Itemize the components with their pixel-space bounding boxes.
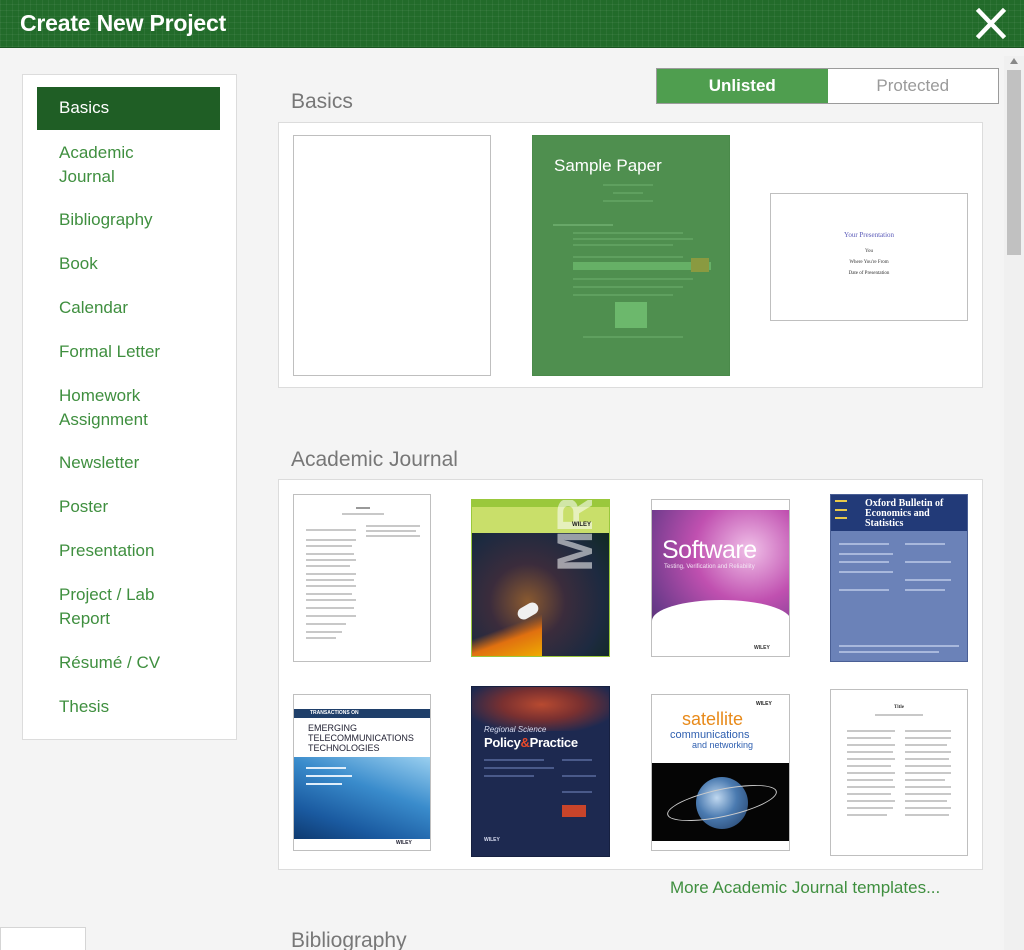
basics-templates-panel: Sample Paper Your Presentation You Where… [278,122,983,388]
template-software[interactable]: Software Testing, Verification and Relia… [651,499,790,657]
sidebar-item-thesis[interactable]: Thesis [37,695,220,719]
unlisted-option[interactable]: Unlisted [657,69,828,103]
section-heading-academic-journal: Academic Journal [291,448,458,471]
dialog-title: Create New Project [20,10,227,36]
sidebar-item-poster[interactable]: Poster [37,495,220,519]
sidebar-item-resume-cv[interactable]: Résumé / CV [37,651,220,675]
sidebar-item-presentation[interactable]: Presentation [37,539,220,563]
oxford-title: Oxford Bulletin of Economics and Statist… [865,498,944,529]
satellite-title: satellite [682,709,744,729]
mrc-title: MRC [547,499,603,572]
software-title: Software [662,536,757,564]
template-oxford-bulletin[interactable]: Oxford Bulletin of Economics and Statist… [830,494,968,662]
template-sample-paper[interactable]: Sample Paper [532,135,730,376]
close-icon[interactable] [974,7,1008,40]
more-academic-journal-templates-link[interactable]: More Academic Journal templates... [670,878,940,898]
regional-title: Policy&Practice [484,735,578,750]
scrollbar[interactable] [1004,56,1024,950]
template-satellite[interactable]: WILEY satellite communications and netwo… [651,694,790,851]
ett-title: EMERGING TELECOMMUNICATIONS TECHNOLOGIES [308,723,414,753]
dialog-titlebar: Create New Project [0,0,1024,48]
template-presentation[interactable]: Your Presentation You Where You're From … [770,193,968,321]
scroll-up-icon[interactable] [1010,58,1018,64]
visibility-toggle: Unlisted Protected [656,68,999,104]
academic-journal-templates-panel: MRC WILEY Software Testing, Verification… [278,479,983,870]
template-blank[interactable] [293,135,491,376]
sidebar-item-homework-assignment[interactable]: Homework Assignment [37,384,187,432]
sidebar-item-bibliography[interactable]: Bibliography [37,208,220,232]
section-heading-basics: Basics [291,90,353,113]
sidebar-item-book[interactable]: Book [37,252,220,276]
template-ett[interactable]: TRANSACTIONS ON EMERGING TELECOMMUNICATI… [293,694,431,851]
sidebar-item-basics[interactable]: Basics [37,87,220,130]
sidebar-item-project-lab-report[interactable]: Project / Lab Report [37,583,177,631]
template-journal-article[interactable] [293,494,431,662]
section-heading-bibliography: Bibliography [291,929,407,950]
sidebar-item-academic-journal[interactable]: Academic Journal [37,141,177,189]
sidebar-item-calendar[interactable]: Calendar [37,296,220,320]
template-mrc[interactable]: MRC WILEY [471,499,610,657]
protected-option[interactable]: Protected [828,69,999,103]
template-regional-science[interactable]: Regional Science Policy&Practice WILEY [471,686,610,857]
bottom-tab [0,927,86,950]
template-journal-title-doc[interactable]: Title [830,689,968,856]
category-sidebar: Basics Academic Journal Bibliography Boo… [22,74,237,740]
scrollbar-thumb[interactable] [1007,70,1021,255]
sidebar-item-newsletter[interactable]: Newsletter [37,451,220,475]
sidebar-item-formal-letter[interactable]: Formal Letter [37,340,220,364]
presentation-title: Your Presentation [843,231,895,239]
sample-paper-title: Sample Paper [554,156,662,175]
